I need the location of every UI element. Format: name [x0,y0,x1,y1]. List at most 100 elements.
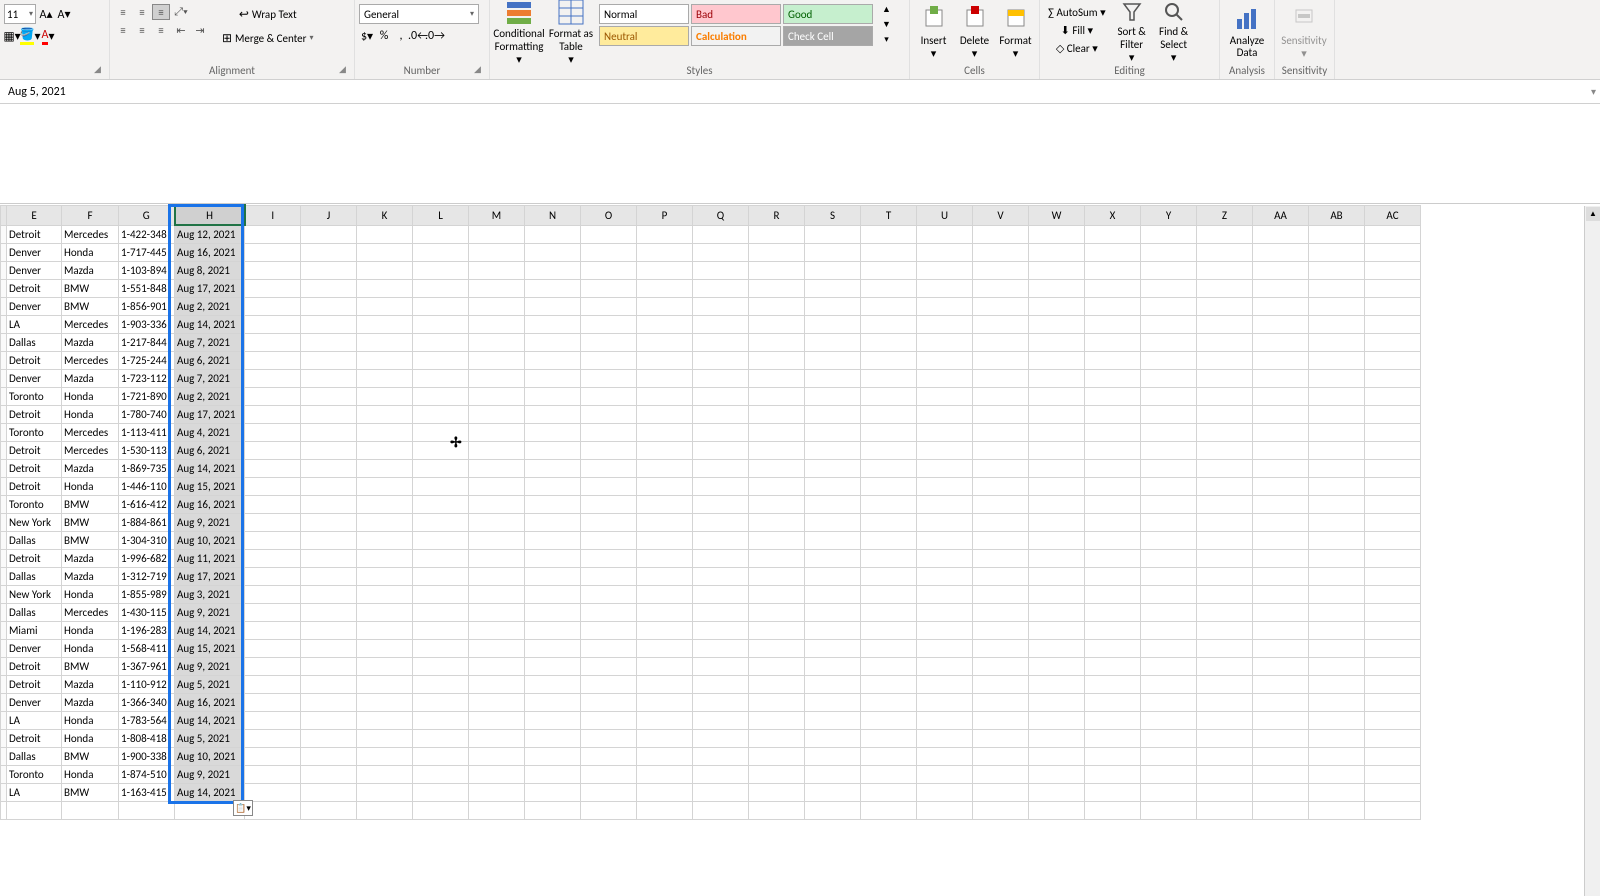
cell[interactable]: Aug 9, 2021 [175,657,245,675]
cell[interactable] [637,459,693,477]
cell[interactable] [413,603,469,621]
table-row[interactable]: DetroitHonda1-780-740Aug 17, 2021 [1,405,1421,423]
cell[interactable] [1253,243,1309,261]
align-right-icon[interactable]: ≡ [152,22,170,38]
column-header-I[interactable]: I [245,205,301,225]
cell[interactable]: Aug 10, 2021 [175,747,245,765]
cell[interactable] [413,477,469,495]
cell[interactable] [413,297,469,315]
cell[interactable] [413,693,469,711]
cell[interactable] [1085,711,1141,729]
table-row[interactable]: DallasMazda1-312-719Aug 17, 2021 [1,567,1421,585]
cell[interactable] [917,639,973,657]
cell[interactable] [973,333,1029,351]
table-row[interactable]: DetroitMercedes1-530-113Aug 6, 2021 [1,441,1421,459]
cell[interactable] [1365,369,1421,387]
cell[interactable] [973,729,1029,747]
cell[interactable]: Denver [7,297,62,315]
cell[interactable] [637,729,693,747]
cell[interactable] [357,315,413,333]
cell[interactable] [525,459,581,477]
cell[interactable]: Mazda [62,459,119,477]
cell[interactable]: Aug 10, 2021 [175,531,245,549]
table-row[interactable]: New YorkHonda1-855-989Aug 3, 2021 [1,585,1421,603]
cell[interactable] [1141,369,1197,387]
cell[interactable] [413,711,469,729]
cell[interactable] [861,495,917,513]
cell[interactable] [1365,585,1421,603]
cell[interactable] [1365,351,1421,369]
cell[interactable] [805,783,861,801]
cell[interactable] [245,423,301,441]
cell[interactable] [245,675,301,693]
cell[interactable] [525,621,581,639]
cell[interactable] [861,675,917,693]
column-header-K[interactable]: K [357,205,413,225]
cell[interactable] [1253,747,1309,765]
cell[interactable] [749,405,805,423]
cell[interactable] [1141,603,1197,621]
cell[interactable]: Aug 4, 2021 [175,423,245,441]
cell[interactable]: LA [7,315,62,333]
cell[interactable]: 1-367-961 [119,657,175,675]
cell[interactable] [1365,279,1421,297]
cell[interactable]: Honda [62,585,119,603]
cell[interactable] [301,531,357,549]
cell[interactable] [1141,765,1197,783]
cell[interactable] [413,225,469,243]
cell[interactable] [1085,315,1141,333]
cell[interactable] [1309,639,1365,657]
cell[interactable] [861,657,917,675]
cell[interactable] [749,225,805,243]
cell[interactable] [1197,279,1253,297]
cell[interactable] [1197,261,1253,279]
cell[interactable] [973,711,1029,729]
cell[interactable] [301,369,357,387]
cell[interactable] [413,801,469,819]
cell[interactable]: Detroit [7,549,62,567]
column-header-Y[interactable]: Y [1141,205,1197,225]
cell[interactable] [525,423,581,441]
styles-scroll-up-icon[interactable]: ▲ [878,2,895,17]
cell[interactable]: 1-856-901 [119,297,175,315]
table-row[interactable]: DetroitBMW1-551-848Aug 17, 2021 [1,279,1421,297]
cell[interactable]: 1-725-244 [119,351,175,369]
cell[interactable] [693,315,749,333]
cell[interactable] [357,495,413,513]
align-center-icon[interactable]: ≡ [133,22,151,38]
cell[interactable] [1029,315,1085,333]
cell[interactable] [749,369,805,387]
conditional-formatting-button[interactable]: Conditional Formatting▾ [494,2,544,62]
cell[interactable]: Honda [62,711,119,729]
cell[interactable] [469,621,525,639]
cell[interactable] [973,405,1029,423]
cell[interactable] [301,261,357,279]
cell[interactable] [1085,657,1141,675]
cell[interactable]: Dallas [7,747,62,765]
cell[interactable]: 1-900-338 [119,747,175,765]
cell[interactable]: Mazda [62,261,119,279]
cell[interactable] [469,747,525,765]
cell[interactable] [301,333,357,351]
cell[interactable] [637,783,693,801]
cell[interactable] [301,243,357,261]
cell[interactable]: 1-103-894 [119,261,175,279]
cell[interactable]: 1-884-861 [119,513,175,531]
cell[interactable] [805,261,861,279]
cell[interactable] [1141,405,1197,423]
cell[interactable] [469,693,525,711]
cell[interactable]: Denver [7,243,62,261]
cell[interactable] [1365,711,1421,729]
table-row[interactable]: LAMercedes1-903-336Aug 14, 2021 [1,315,1421,333]
cell[interactable] [861,315,917,333]
cell[interactable] [1365,513,1421,531]
cell[interactable] [1309,693,1365,711]
cell[interactable] [693,567,749,585]
cell[interactable] [469,711,525,729]
cell[interactable] [525,693,581,711]
scroll-up-icon[interactable]: ▲ [1586,207,1600,221]
cell[interactable] [749,279,805,297]
cell[interactable] [637,603,693,621]
style-good[interactable]: Good [783,4,873,24]
cell[interactable] [1309,297,1365,315]
